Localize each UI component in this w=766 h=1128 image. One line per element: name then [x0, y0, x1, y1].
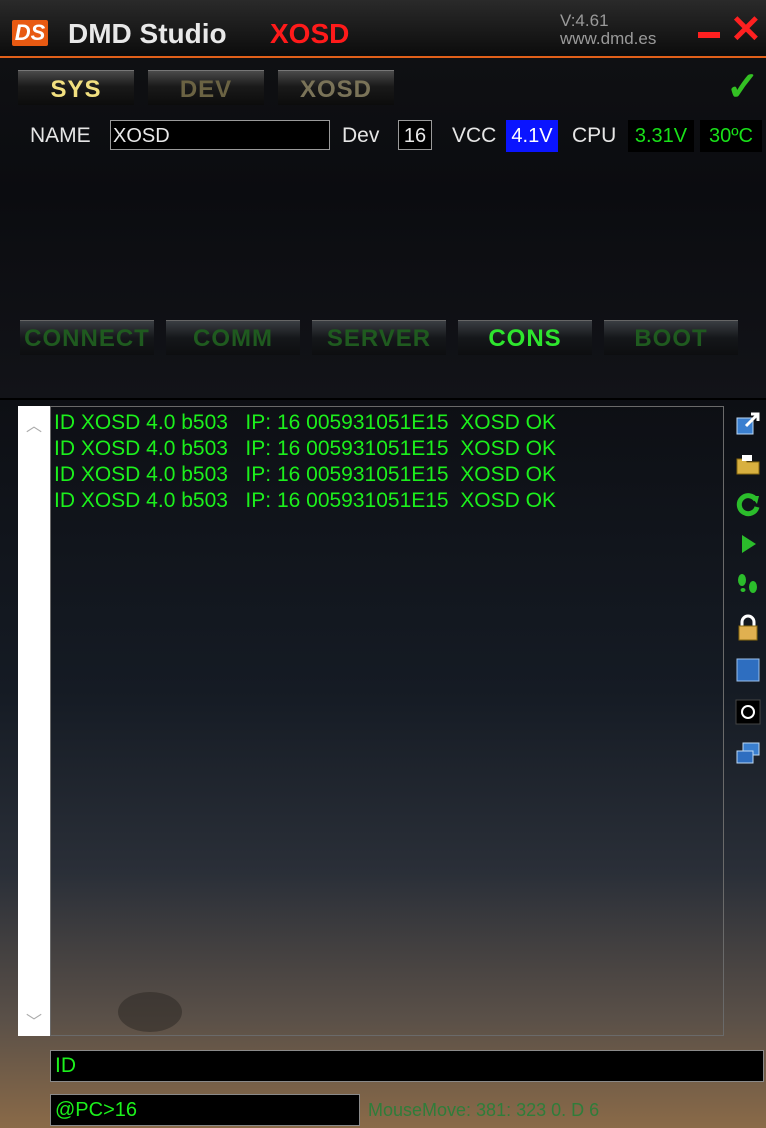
vcc-label: VCC [452, 124, 497, 147]
cpu-label: CPU [572, 124, 617, 147]
window-icon[interactable] [734, 656, 762, 684]
comm-button[interactable]: COMM [166, 320, 300, 355]
close-button[interactable]: ✕ [730, 10, 762, 50]
network-icon[interactable] [734, 740, 762, 768]
console-scrollbar[interactable]: ︿ ﹀ [18, 406, 50, 1036]
checkmark-icon[interactable]: ✓ [726, 64, 760, 110]
tab-xosd[interactable]: XOSD [278, 70, 394, 105]
export-icon[interactable] [734, 410, 762, 438]
server-button[interactable]: SERVER [312, 320, 446, 355]
tab-dev[interactable]: DEV [148, 70, 264, 105]
scroll-down-arrow[interactable]: ﹀ [18, 1008, 50, 1032]
log-line: ID XOSD 4.0 b503 IP: 16 005931051E15 XOS… [54, 463, 556, 486]
play-icon[interactable] [734, 530, 762, 558]
vcc-value: 4.1V [506, 120, 558, 152]
temperature-value: 30ºC [700, 120, 762, 152]
tab-sys[interactable]: SYS [18, 70, 134, 105]
log-line: ID XOSD 4.0 b503 IP: 16 005931051E15 XOS… [54, 489, 556, 512]
cpu-value: 3.31V [628, 120, 694, 152]
app-logo: DS [12, 20, 48, 46]
status-text: MouseMove: 381: 323 0. D 6 [368, 1100, 600, 1120]
dev-label: Dev [342, 124, 380, 147]
footsteps-icon[interactable] [734, 570, 762, 598]
name-field[interactable]: XOSD [110, 120, 330, 150]
refresh-icon[interactable] [734, 490, 762, 518]
dev-field[interactable]: 16 [398, 120, 432, 150]
boot-button[interactable]: BOOT [604, 320, 738, 355]
title-bar: DS DMD Studio XOSD V:4.61 www.dmd.es ✕ [0, 0, 766, 58]
record-icon[interactable] [734, 698, 762, 726]
folder-open-icon[interactable] [734, 450, 762, 478]
console-log: ID XOSD 4.0 b503 IP: 16 005931051E15 XOS… [54, 410, 556, 514]
command-input[interactable]: ID [50, 1050, 764, 1082]
system-panel: SYS DEV XOSD ✓ NAME XOSD Dev 16 VCC 4.1V… [0, 58, 766, 398]
version-number: V:4.61 [560, 11, 609, 30]
log-line: ID XOSD 4.0 b503 IP: 16 005931051E15 XOS… [54, 411, 556, 434]
website-url: www.dmd.es [560, 29, 657, 48]
log-line: ID XOSD 4.0 b503 IP: 16 005931051E15 XOS… [54, 437, 556, 460]
lock-icon[interactable] [734, 614, 762, 642]
version-info: V:4.61 www.dmd.es [560, 12, 656, 48]
name-label: NAME [30, 124, 91, 147]
scroll-up-arrow[interactable]: ︿ [18, 412, 50, 436]
prompt-field[interactable]: @PC>16 [50, 1094, 360, 1126]
connect-button[interactable]: CONNECT [20, 320, 154, 355]
cons-button[interactable]: CONS [458, 320, 592, 355]
app-name: DMD Studio [68, 18, 227, 49]
minimize-button[interactable] [698, 32, 720, 38]
app-subtitle: XOSD [270, 18, 350, 49]
